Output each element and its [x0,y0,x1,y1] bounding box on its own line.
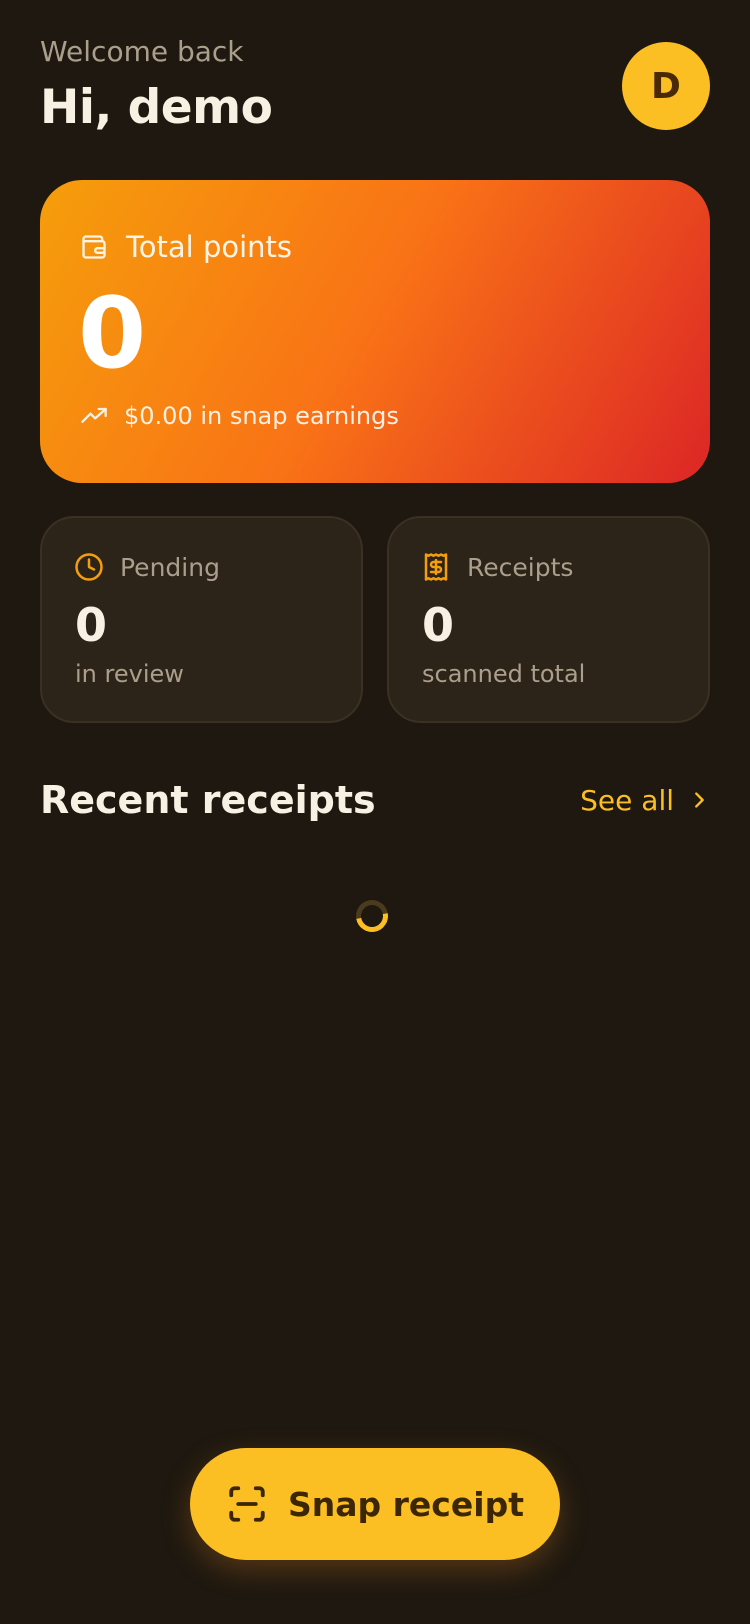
loading-spinner [349,893,395,939]
section-title: Recent receipts [40,778,376,822]
header: Welcome back Hi, demo [40,34,273,136]
total-points-card: Total points 0 $0.00 in snap earnings [40,180,710,483]
pending-card[interactable]: Pending 0 in review [40,516,363,723]
receipts-label: Receipts [467,552,574,582]
chevron-right-icon [688,789,710,811]
pending-label: Pending [120,552,220,582]
earnings-row: $0.00 in snap earnings [80,402,399,430]
trending-up-icon [80,402,108,430]
pending-head: Pending [74,552,220,582]
points-value: 0 [78,277,147,391]
snap-receipt-label: Snap receipt [288,1484,524,1524]
receipts-head: Receipts [421,552,573,582]
avatar[interactable]: D [622,42,710,130]
points-label-row: Total points [80,230,292,264]
clock-icon [74,552,104,582]
recent-receipts-header: Recent receipts See all [40,775,710,825]
receipts-sub: scanned total [422,660,586,688]
snap-receipt-button[interactable]: Snap receipt [190,1448,560,1560]
see-all-link[interactable]: See all [580,784,710,817]
pending-value: 0 [75,598,108,652]
see-all-label: See all [580,783,674,817]
welcome-text: Welcome back [40,35,244,68]
scan-icon [226,1483,268,1525]
wallet-icon [80,233,108,261]
receipts-value: 0 [422,598,455,652]
receipt-icon [421,552,451,582]
pending-sub: in review [75,660,184,688]
greeting-title: Hi, demo [40,80,273,135]
receipts-card[interactable]: Receipts 0 scanned total [387,516,710,723]
points-label: Total points [126,230,293,264]
earnings-text: $0.00 in snap earnings [124,402,399,430]
